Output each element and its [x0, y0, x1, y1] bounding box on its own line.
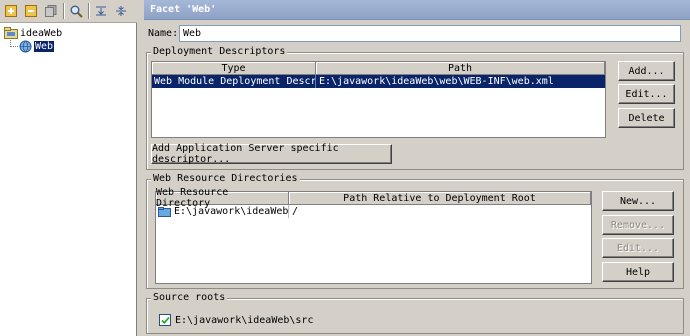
toolbar-separator: [63, 3, 64, 19]
facet-header: Facet 'Web': [144, 0, 690, 20]
tree-toolbar: [0, 0, 137, 23]
facet-tree[interactable]: ideaWeb Web: [0, 23, 137, 336]
table-cell-path: E:\javawork\ideaWeb\web\WEB-INF\web.xml: [319, 76, 554, 87]
table-cell-relative-path: /: [292, 206, 299, 217]
name-label: Name:: [148, 28, 179, 39]
copy-icon[interactable]: [43, 3, 59, 19]
column-header-path[interactable]: Path: [316, 62, 605, 75]
help-button[interactable]: Help: [602, 262, 674, 282]
group-title: Deployment Descriptors: [151, 46, 288, 57]
collapse-all-icon[interactable]: [113, 3, 129, 19]
deployment-descriptors-table[interactable]: Type Path Web Module Deployment Descript…: [151, 61, 606, 138]
delete-descriptor-button[interactable]: Delete: [618, 108, 675, 128]
find-icon[interactable]: [68, 3, 84, 19]
group-title: Web Resource Directories: [151, 173, 300, 184]
toolbar-separator: [88, 3, 89, 19]
table-cell-type: Web Module Deployment Descriptor: [154, 75, 316, 88]
edit-descriptor-button[interactable]: Edit...: [618, 84, 675, 104]
column-header-relative-path[interactable]: Path Relative to Deployment Root: [289, 192, 591, 205]
tree-node-label: ideaWeb: [20, 27, 63, 39]
add-icon[interactable]: [3, 3, 19, 19]
tree-connector: [10, 38, 18, 47]
name-field[interactable]: [179, 25, 681, 42]
tree-node-web[interactable]: Web: [19, 39, 55, 53]
remove-directory-button[interactable]: Remove...: [602, 215, 674, 235]
table-cell-directory: E:\javawork\ideaWeb\web: [156, 205, 289, 218]
group-title: Source roots: [151, 292, 228, 303]
source-root-item[interactable]: E:\javawork\ideaWeb\src: [155, 310, 682, 330]
source-root-checkbox[interactable]: [159, 314, 171, 326]
remove-icon[interactable]: [23, 3, 39, 19]
web-folder-icon: [158, 206, 171, 217]
column-header-type[interactable]: Type: [152, 62, 316, 75]
table-row[interactable]: Web Module Deployment Descriptor E:\java…: [152, 75, 605, 88]
expand-all-icon[interactable]: [93, 3, 109, 19]
column-header-directory[interactable]: Web Resource Directory: [156, 187, 289, 209]
add-descriptor-button[interactable]: Add...: [618, 61, 675, 81]
source-root-path: E:\javawork\ideaWeb\src: [175, 314, 314, 326]
web-resource-directories-table[interactable]: Web Resource Directory Path Relative to …: [155, 187, 592, 284]
new-directory-button[interactable]: New...: [602, 191, 674, 211]
table-row[interactable]: E:\javawork\ideaWeb\web /: [156, 205, 591, 218]
web-facet-icon: [19, 40, 32, 53]
add-server-descriptor-button[interactable]: Add Application Server specific descript…: [151, 143, 392, 165]
tree-node-label: Web: [34, 40, 55, 52]
directory-path: E:\javawork\ideaWeb\web: [174, 206, 289, 217]
edit-directory-button[interactable]: Edit...: [602, 238, 674, 258]
